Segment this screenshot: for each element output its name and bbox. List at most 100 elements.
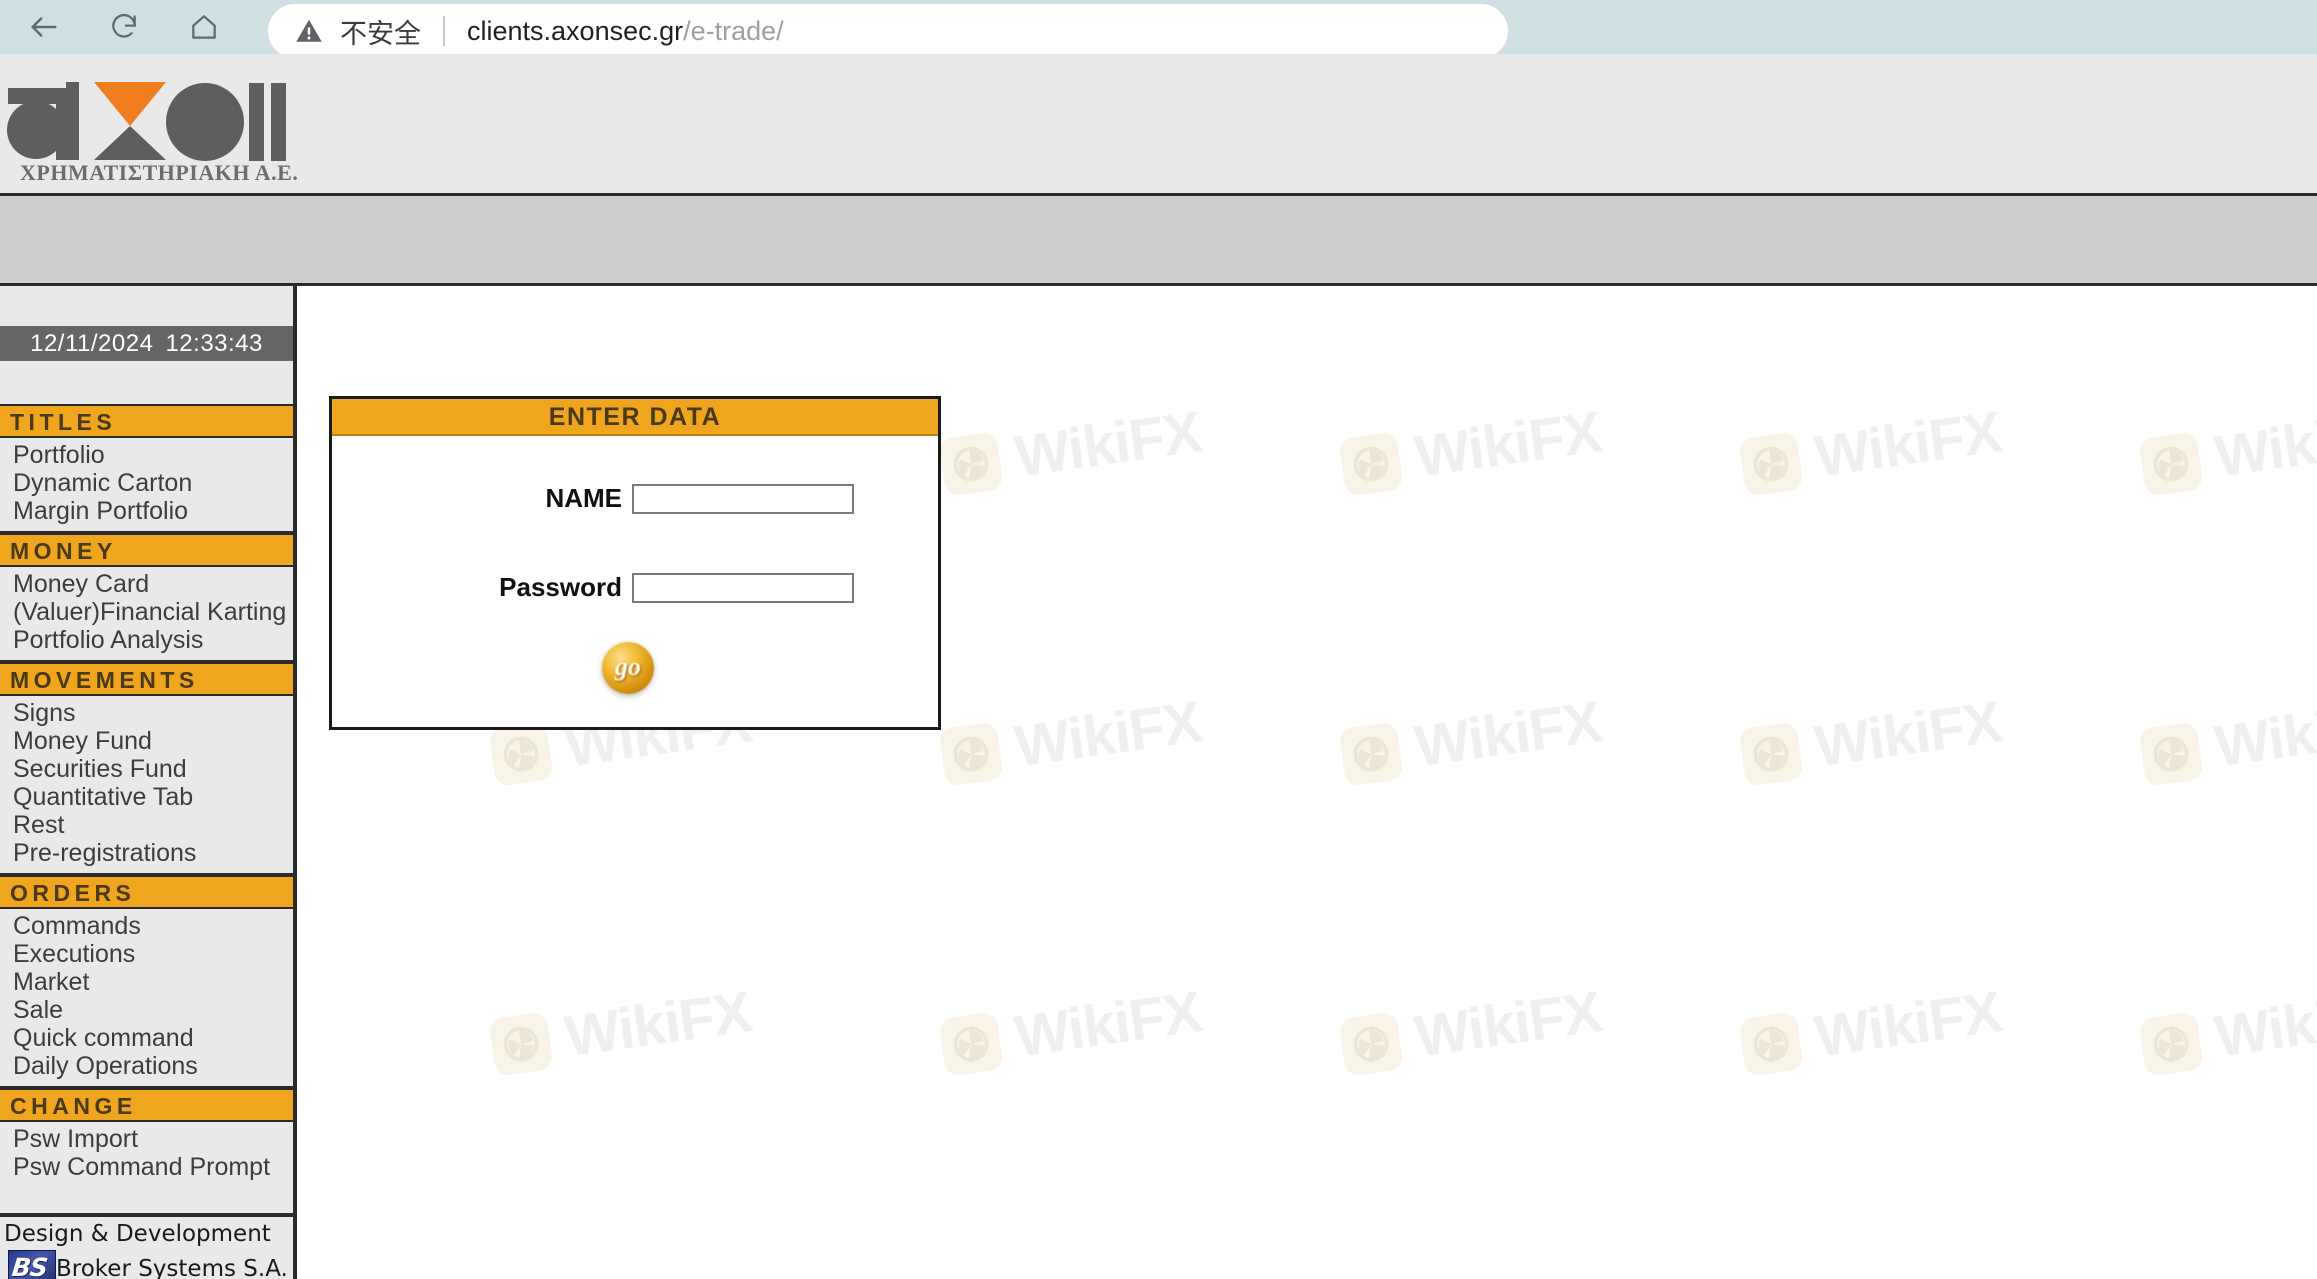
sidebar-item-psw-command-prompt[interactable]: Psw Command Prompt [0, 1153, 293, 1181]
login-panel-title: ENTER DATA [332, 399, 938, 436]
go-submit-button[interactable]: go [602, 642, 654, 694]
watermark-wikifx: WikiFX [1338, 688, 1606, 791]
axon-wordmark-icon [7, 82, 286, 161]
brand-subtitle: ΧΡΗΜΑΤΙΣΤΗΡΙΑΚΗ Α.Ε. [20, 160, 299, 185]
sidebar-item-securities-fund[interactable]: Securities Fund [0, 755, 293, 783]
wikifx-watermark-text: WikiFX [1011, 979, 1206, 1070]
sidebar-gap [0, 361, 293, 404]
reload-button[interactable] [96, 0, 152, 54]
watermark-wikifx: WikiFX [938, 398, 1206, 501]
datetime-date: 12/11/2024 [30, 329, 154, 357]
wikifx-watermark-text: WikiFX [2211, 979, 2317, 1070]
page-body: ΧΡΗΜΑΤΙΣΤΗΡΙΑΚΗ Α.Ε. 12/11/2024 12:33:43… [0, 54, 2317, 1279]
browser-toolbar: 不安全 clients.axonsec.gr/e-trade/ [0, 0, 2317, 58]
wikifx-watermark-text: WikiFX [1811, 979, 2006, 1070]
watermark-wikifx: WikiFX [2138, 978, 2317, 1081]
watermark-wikifx: WikiFX [2138, 398, 2317, 501]
sidebar: 12/11/2024 12:33:43 TITLES Portfolio Dyn… [0, 286, 297, 1279]
wikifx-logo-icon [488, 1010, 554, 1077]
sidebar-item-sale[interactable]: Sale [0, 996, 293, 1024]
wikifx-logo-icon [938, 720, 1004, 787]
wikifx-logo-icon [2138, 430, 2204, 497]
sidebar-item-money-card[interactable]: Money Card [0, 570, 293, 598]
broker-systems-label: Broker Systems S.A. [56, 1256, 288, 1279]
wikifx-logo-icon [938, 1010, 1004, 1077]
url-host: clients.axonsec.gr [467, 15, 684, 46]
watermark-wikifx: WikiFX [938, 688, 1206, 791]
design-development-label: Design & Development [4, 1221, 271, 1247]
wikifx-logo-icon [1738, 1010, 1804, 1077]
sidebar-item-executions[interactable]: Executions [0, 940, 293, 968]
omnibox-divider [443, 16, 445, 46]
watermark-wikifx: WikiFX [1738, 688, 2006, 791]
sidebar-item-rest[interactable]: Rest [0, 811, 293, 839]
broker-systems-credit[interactable]: BS Broker Systems S.A. [4, 1250, 293, 1279]
home-icon [188, 11, 220, 43]
watermark-wikifx: WikiFX [488, 978, 756, 1081]
wikifx-logo-icon [1338, 1010, 1404, 1077]
nav-group-change: CHANGE Psw Import Psw Command Prompt [0, 1088, 293, 1215]
sidebar-item-portfolio-analysis[interactable]: Portfolio Analysis [0, 626, 293, 654]
reload-icon [108, 11, 140, 43]
axon-logo[interactable]: ΧΡΗΜΑΤΙΣΤΗΡΙΑΚΗ Α.Ε. [0, 60, 298, 190]
datetime-bar: 12/11/2024 12:33:43 [0, 326, 293, 361]
name-label: NAME [545, 483, 622, 513]
sidebar-item-psw-import[interactable]: Psw Import [0, 1125, 293, 1153]
nav-group-header-money: MONEY [0, 533, 293, 567]
nav-group-header-change: CHANGE [0, 1088, 293, 1122]
password-input[interactable] [632, 572, 854, 603]
watermark-wikifx: WikiFX [1338, 978, 1606, 1081]
nav-group-items-movements: Signs Money Fund Securities Fund Quantit… [0, 696, 293, 875]
nav-group-items-titles: Portfolio Dynamic Carton Margin Portfoli… [0, 438, 293, 533]
datetime-time: 12:33:43 [165, 329, 263, 357]
nav-group-header-titles: TITLES [0, 404, 293, 438]
site-header: ΧΡΗΜΑΤΙΣΤΗΡΙΑΚΗ Α.Ε. [0, 54, 2317, 196]
sidebar-footer: Design & Development BS Broker Systems S… [0, 1215, 293, 1279]
back-button[interactable] [16, 0, 72, 54]
nav-group-header-orders: ORDERS [0, 875, 293, 909]
password-field-row: Password [332, 572, 938, 603]
name-field-row: NAME [332, 483, 938, 514]
watermark-wikifx: WikiFX [1338, 398, 1606, 501]
wikifx-logo-icon [1338, 430, 1404, 497]
sidebar-item-money-fund[interactable]: Money Fund [0, 727, 293, 755]
sidebar-item-market[interactable]: Market [0, 968, 293, 996]
sidebar-item-portfolio[interactable]: Portfolio [0, 441, 293, 469]
wikifx-logo-icon [1338, 720, 1404, 787]
sidebar-item-margin-portfolio[interactable]: Margin Portfolio [0, 497, 293, 525]
sidebar-item-commands[interactable]: Commands [0, 912, 293, 940]
watermark-wikifx: WikiFX [1738, 978, 2006, 1081]
sidebar-item-valuer-financial-karting[interactable]: (Valuer)Financial Karting [0, 598, 293, 626]
wikifx-watermark-text: WikiFX [1811, 399, 2006, 490]
sidebar-item-quick-command[interactable]: Quick command [0, 1024, 293, 1052]
sidebar-item-signs[interactable]: Signs [0, 699, 293, 727]
wikifx-watermark-text: WikiFX [1011, 689, 1206, 780]
header-strip [0, 196, 2317, 286]
security-status-label: 不安全 [340, 18, 421, 50]
password-label: Password [499, 572, 622, 602]
wikifx-watermark-text: WikiFX [561, 979, 756, 1070]
main-content: WikiFX WikiFX WikiFX WikiFX WikiFX WikiFX Wiki… [301, 286, 2317, 1279]
name-input[interactable] [632, 483, 854, 514]
url-text: clients.axonsec.gr/e-trade/ [467, 16, 784, 47]
wikifx-logo-icon [2138, 1010, 2204, 1077]
warning-triangle-icon[interactable] [294, 16, 324, 46]
home-button[interactable] [176, 0, 232, 54]
sidebar-top-spacer [0, 286, 293, 326]
login-panel: ENTER DATA NAME Password go [329, 396, 941, 730]
nav-group-orders: ORDERS Commands Executions Market Sale Q… [0, 875, 293, 1088]
address-bar[interactable]: 不安全 clients.axonsec.gr/e-trade/ [268, 4, 1508, 58]
nav-group-items-change: Psw Import Psw Command Prompt [0, 1122, 293, 1215]
sidebar-item-pre-registrations[interactable]: Pre-registrations [0, 839, 293, 867]
sidebar-item-quantitative-tab[interactable]: Quantitative Tab [0, 783, 293, 811]
nav-group-titles: TITLES Portfolio Dynamic Carton Margin P… [0, 404, 293, 533]
sidebar-item-daily-operations[interactable]: Daily Operations [0, 1052, 293, 1080]
sidebar-item-dynamic-carton[interactable]: Dynamic Carton [0, 469, 293, 497]
submit-row: go [332, 642, 938, 694]
wikifx-logo-icon [1738, 720, 1804, 787]
go-button-label: go [615, 652, 641, 681]
wikifx-logo-icon [1738, 430, 1804, 497]
url-path: /e-trade/ [683, 15, 784, 46]
broker-systems-logo-text: BS [10, 1253, 49, 1279]
nav-group-money: MONEY Money Card (Valuer)Financial Karti… [0, 533, 293, 662]
